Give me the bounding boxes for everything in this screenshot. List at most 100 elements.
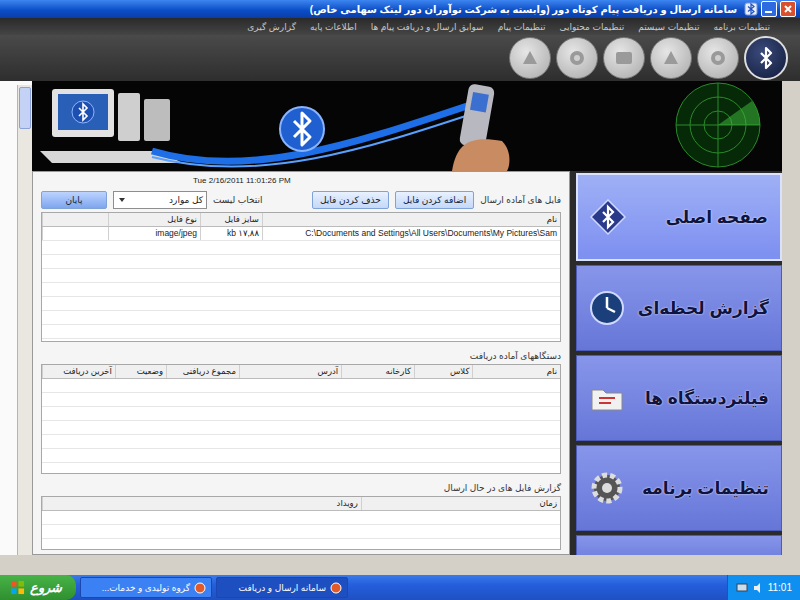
toolbar-button[interactable] — [650, 37, 692, 79]
devices-table: نامکلاسکارخانهآدرسمجموع دریافتیوضعیتآخری… — [41, 364, 561, 474]
task-label: گروه تولیدی و خدمات... — [102, 583, 190, 593]
toolbar-button[interactable] — [603, 37, 645, 79]
sidebar-label: فیلتردستگاه ها — [645, 388, 769, 409]
main-panel: Tue 2/16/2011 11:01:26 PM فایل های آماده… — [32, 171, 570, 555]
windows-logo-icon — [10, 580, 25, 595]
files-label: فایل های آماده ارسال — [480, 195, 561, 205]
menu-item[interactable]: گزارش گیری — [247, 22, 296, 32]
sidebar-item[interactable]: صفحه اصلی — [576, 173, 782, 261]
bluetooth-icon — [588, 197, 628, 237]
toolbar-button[interactable] — [556, 37, 598, 79]
gear-icon — [587, 468, 627, 508]
app-icon — [744, 2, 758, 16]
network-icon[interactable] — [736, 582, 748, 594]
banner-image — [32, 81, 780, 171]
report-label: گزارش فایل های در حال ارسال — [41, 483, 561, 493]
column-header[interactable]: زمان — [361, 497, 560, 510]
column-header[interactable]: کارخانه — [341, 365, 414, 378]
scrollbar[interactable] — [17, 85, 32, 555]
remove-file-button[interactable]: حذف کردن فایل — [312, 191, 389, 209]
table-cell: image/jpeg — [108, 227, 200, 240]
close-button[interactable] — [780, 1, 796, 17]
toolbar — [0, 35, 800, 81]
app-area: Tue 2/16/2011 11:01:26 PM فایل های آماده… — [32, 81, 782, 555]
toolbar-button[interactable] — [697, 37, 739, 79]
gutter — [0, 81, 32, 555]
table-header: نامکلاسکارخانهآدرسمجموع دریافتیوضعیتآخری… — [42, 365, 560, 379]
sidebar-label: گزارش لحظه‌ای — [638, 298, 769, 319]
column-header[interactable]: نام — [262, 213, 560, 226]
desktop: سامانه ارسال و دریافت پیام کوتاه دور (وا… — [0, 0, 800, 600]
menu-bar: تنظیمات برنامه تنظیمات سیستم تنظیمات محتوا… — [0, 18, 800, 35]
tool-icon — [706, 46, 730, 70]
system-tray: 11:01 — [727, 575, 800, 600]
column-header[interactable]: نام — [472, 365, 560, 378]
title-bar: سامانه ارسال و دریافت پیام کوتاه دور (وا… — [0, 0, 800, 18]
sidebar-item[interactable]: تنظیمات برنامه — [576, 445, 782, 531]
timestamp: Tue 2/16/2011 11:01:26 PM — [193, 176, 291, 188]
table-row[interactable]: C:\Documents and Settings\All Users\Docu… — [42, 227, 560, 241]
task-label: سامانه ارسال و دریافت — [239, 583, 326, 593]
toolbar-button[interactable] — [744, 36, 788, 80]
taskbar: شروع گروه تولیدی و خدمات... سامانه ارسال… — [0, 575, 800, 600]
sidebar-item[interactable]: گزارش لحظه‌ای — [576, 265, 782, 351]
start-label: شروع — [30, 580, 62, 595]
close-icon — [781, 2, 795, 16]
window-title: سامانه ارسال و دریافت پیام کوتاه دور (وا… — [310, 4, 737, 15]
taskbar-button[interactable]: گروه تولیدی و خدمات... — [80, 577, 212, 598]
sidebar-label: تنظیمات برنامه — [642, 478, 769, 499]
sidebar-item[interactable]: فیلتردستگاه ها — [576, 355, 782, 441]
column-header[interactable]: وضعیت — [115, 365, 166, 378]
minimize-icon — [762, 2, 776, 16]
list-dropdown[interactable]: کل موارد — [113, 191, 207, 209]
workspace: Tue 2/16/2011 11:01:26 PM فایل های آماده… — [0, 81, 800, 575]
volume-icon[interactable] — [752, 582, 764, 594]
menu-item[interactable]: تنظیمات محتوایی — [559, 22, 624, 32]
menu-item[interactable]: اطلاعات پایه — [310, 22, 357, 32]
clock: 11:01 — [768, 582, 792, 593]
app-icon — [330, 582, 342, 594]
tool-icon — [612, 46, 636, 70]
minimize-button[interactable] — [761, 1, 777, 17]
toolbar-button[interactable] — [509, 37, 551, 79]
tool-icon — [565, 46, 589, 70]
column-header[interactable]: نوع فایل — [108, 213, 200, 226]
files-table: نامسایز فایلنوع فایل C:\Documents and Se… — [41, 212, 561, 342]
column-header[interactable]: سایز فایل — [200, 213, 262, 226]
devices-label: دستگاههای آماده دریافت — [41, 351, 561, 361]
column-header[interactable]: کلاس — [414, 365, 472, 378]
table-header: نامسایز فایلنوع فایل — [42, 213, 560, 227]
tool-icon — [518, 46, 542, 70]
list-label: انتخاب لیست — [213, 195, 263, 205]
menu-item[interactable]: تنظیمات پیام — [498, 22, 546, 32]
main-row: Tue 2/16/2011 11:01:26 PM فایل های آماده… — [32, 171, 782, 555]
add-file-button[interactable]: اضافه کردن فایل — [395, 191, 474, 209]
sidebar-item[interactable] — [576, 535, 782, 555]
app-icon — [194, 582, 206, 594]
end-button[interactable]: پایان — [41, 191, 107, 209]
menu-item[interactable]: تنظیمات سیستم — [638, 22, 699, 32]
table-cell: C:\Documents and Settings\All Users\Docu… — [262, 227, 560, 240]
tool-icon — [659, 46, 683, 70]
dropdown-arrow-icon — [117, 195, 127, 205]
report-table: زمانرویداد — [41, 496, 561, 550]
scroll-thumb[interactable] — [19, 87, 31, 129]
banner — [32, 81, 782, 171]
column-header — [42, 213, 108, 226]
column-header[interactable]: مجموع دریافتی — [166, 365, 239, 378]
menu-item[interactable]: سوابق ارسال و دریافت پیام ها — [371, 22, 484, 32]
bluetooth-icon — [754, 46, 778, 70]
clock-icon — [587, 288, 627, 328]
taskbar-button[interactable]: سامانه ارسال و دریافت — [216, 577, 348, 598]
list-value: کل موارد — [169, 195, 203, 205]
date-row: Tue 2/16/2011 11:01:26 PM — [41, 176, 561, 188]
folder-icon — [587, 378, 627, 418]
start-button[interactable]: شروع — [0, 575, 76, 600]
column-header[interactable]: آدرس — [239, 365, 341, 378]
column-header[interactable]: رویداد — [42, 497, 361, 510]
sidebar: صفحه اصلی گزارش لحظه‌ای فیلتردستگاه ها ت… — [576, 171, 782, 555]
table-cell: kb ۱۷,۸۸ — [200, 227, 262, 240]
menu-item[interactable]: تنظیمات برنامه — [713, 22, 770, 32]
sidebar-label: صفحه اصلی — [666, 207, 768, 228]
column-header[interactable]: آخرین دریافت — [42, 365, 115, 378]
